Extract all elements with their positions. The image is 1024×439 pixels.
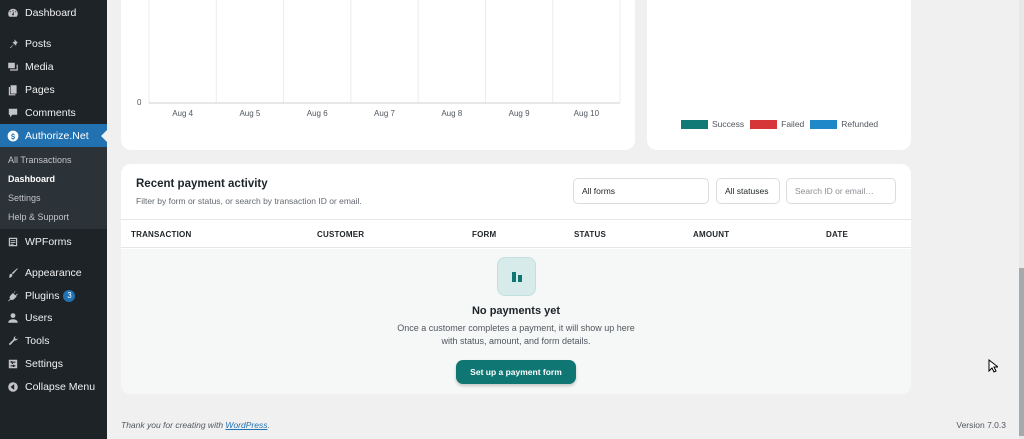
sidebar-item-label: Collapse Menu — [25, 380, 96, 393]
column-header-customer[interactable]: CUSTOMER — [317, 230, 364, 239]
dollar-icon — [6, 129, 19, 142]
sidebar-item-label: Dashboard — [25, 6, 77, 19]
sidebar-item-label: Users — [25, 311, 53, 324]
section-title: Recent payment activity — [136, 178, 268, 190]
wrench-icon — [6, 334, 19, 347]
column-header-date[interactable]: DATE — [826, 230, 848, 239]
sidebar-item-label: Tools — [25, 334, 50, 347]
transactions-line-chart — [148, 0, 621, 104]
column-header-amount[interactable]: AMOUNT — [693, 230, 729, 239]
settings-icon — [6, 357, 19, 370]
legend-swatch-success — [681, 119, 708, 129]
brush-icon — [6, 266, 19, 279]
empty-state-description-line2: with status, amount, and form details. — [441, 336, 591, 346]
sidebar-item-label: Appearance — [25, 266, 82, 279]
chart-x-tick-label: Aug 9 — [508, 109, 530, 118]
search-input[interactable]: Search ID or email… — [786, 178, 896, 204]
column-header-status[interactable]: STATUS — [574, 230, 606, 239]
dashboard-icon — [6, 6, 19, 19]
chart-legend: Success Failed Refunded — [681, 119, 884, 129]
chart-x-tick-label: Aug 5 — [239, 109, 261, 118]
chart-x-tick-label: Aug 10 — [573, 109, 600, 118]
sidebar-item-media[interactable]: Media — [0, 55, 107, 78]
submenu-help-support[interactable]: Help & Support — [8, 212, 69, 222]
chart-x-tick-label: Aug 4 — [172, 109, 194, 118]
setup-payment-form-button[interactable]: Set up a payment form — [456, 360, 576, 384]
footer-thanks-suffix: . — [267, 420, 270, 430]
status-filter-select[interactable]: All statuses — [716, 178, 780, 204]
sidebar-item-dashboard[interactable]: Dashboard — [0, 1, 107, 24]
sidebar-item-plugins[interactable]: Plugins 3 — [0, 284, 107, 307]
sidebar-item-users[interactable]: Users — [0, 306, 107, 329]
sidebar-item-wpforms[interactable]: WPForms — [0, 230, 107, 253]
footer-thanks: Thank you for creating with WordPress. — [121, 420, 270, 430]
sidebar-item-label: Authorize.Net — [25, 129, 89, 142]
sidebar-item-label: Plugins — [25, 289, 60, 302]
sidebar-item-label: Pages — [25, 83, 55, 96]
wordpress-link[interactable]: WordPress — [225, 420, 267, 430]
sidebar-item-posts[interactable]: Posts — [0, 32, 107, 55]
sidebar-item-tools[interactable]: Tools — [0, 329, 107, 352]
submenu-dashboard[interactable]: Dashboard — [8, 174, 55, 184]
legend-label: Success — [712, 119, 745, 129]
chart-x-tick-label: Aug 7 — [374, 109, 395, 118]
comments-icon — [6, 106, 19, 119]
chart-x-tick-label: Aug 8 — [441, 109, 463, 118]
transactions-table-header: TRANSACTION CUSTOMER FORM STATUS AMOUNT … — [121, 219, 911, 248]
legend-item-refunded: Refunded — [810, 119, 878, 129]
form-filter-select[interactable]: All forms — [573, 178, 709, 204]
submenu-all-transactions[interactable]: All Transactions — [8, 155, 72, 165]
column-header-form[interactable]: FORM — [472, 230, 496, 239]
plugin-icon — [6, 289, 19, 302]
sidebar-item-pages[interactable]: Pages — [0, 78, 107, 101]
pin-icon — [6, 37, 19, 50]
sidebar-item-authorize-net[interactable]: Authorize.Net — [0, 124, 107, 147]
chart-x-tick-label: Aug 6 — [306, 109, 328, 118]
legend-item-success: Success — [681, 119, 744, 129]
footer-thanks-prefix: Thank you for creating with — [121, 420, 226, 430]
legend-swatch-refunded — [810, 119, 838, 129]
collapse-icon — [6, 380, 19, 393]
section-subtitle: Filter by form or status, or search by t… — [136, 196, 362, 206]
media-icon — [6, 60, 19, 73]
legend-item-failed: Failed — [750, 119, 804, 129]
bar-chart-icon — [497, 257, 536, 296]
user-icon — [6, 311, 19, 324]
submenu-settings[interactable]: Settings — [8, 193, 41, 203]
empty-state-description-line1: Once a customer completes a payment, it … — [397, 323, 635, 333]
sidebar-item-label: Posts — [25, 37, 52, 50]
plugins-update-badge: 3 — [63, 289, 76, 302]
legend-label: Failed — [781, 119, 805, 129]
column-header-transaction[interactable]: TRANSACTION — [131, 230, 191, 239]
sidebar-item-label: Media — [25, 60, 54, 73]
legend-swatch-failed — [750, 119, 778, 129]
sidebar-item-collapse-menu[interactable]: Collapse Menu — [0, 375, 107, 398]
sidebar-item-label: WPForms — [25, 235, 72, 248]
sidebar-item-label: Settings — [25, 357, 63, 370]
sidebar-item-comments[interactable]: Comments — [0, 101, 107, 124]
mouse-cursor-icon — [988, 359, 998, 373]
footer-version: Version 7.0.3 — [956, 420, 1006, 430]
empty-state-title: No payments yet — [471, 305, 561, 317]
page-scrollbar[interactable] — [1019, 0, 1024, 439]
admin-sidebar: Dashboard Posts Media Pages Comments Aut… — [0, 0, 107, 439]
wpforms-icon — [6, 235, 19, 248]
pages-icon — [6, 83, 19, 96]
chart-y-tick-label: 0 — [137, 98, 142, 107]
authorize-net-submenu: All Transactions Dashboard Settings Help… — [0, 147, 107, 229]
scrollbar-thumb[interactable] — [1019, 268, 1024, 436]
sidebar-item-settings[interactable]: Settings — [0, 352, 107, 375]
legend-label: Refunded — [841, 119, 879, 129]
sidebar-item-appearance[interactable]: Appearance — [0, 261, 107, 284]
sidebar-item-label: Comments — [25, 106, 76, 119]
